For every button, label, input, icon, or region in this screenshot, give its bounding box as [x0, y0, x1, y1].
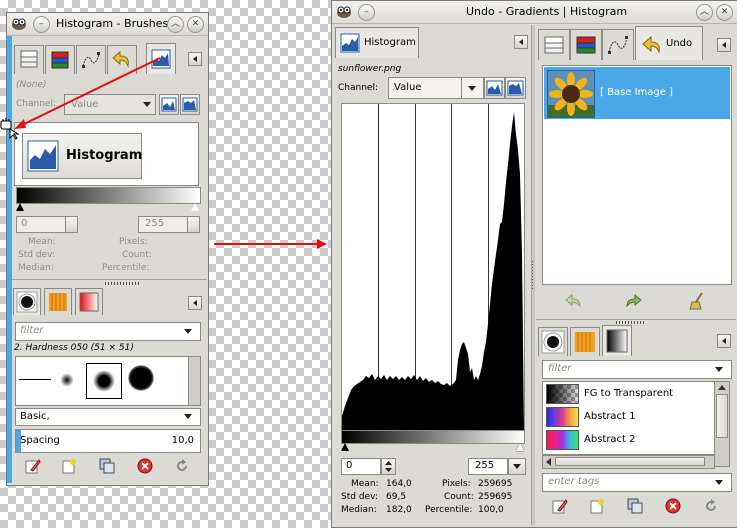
gradient-preview-abstract-2: [546, 430, 579, 450]
refresh-gradients-icon[interactable]: [703, 498, 719, 514]
scroll-left-arrow[interactable]: [546, 458, 551, 466]
median-label: Median:: [341, 505, 377, 515]
pattern-icon: [575, 332, 595, 352]
histogram-dock-menu-button[interactable]: [514, 35, 528, 49]
right-window-titlebar[interactable]: – Undo - Gradients | Histogram ︿ ✕: [332, 1, 737, 24]
gradient-item[interactable]: FG to Transparent: [543, 382, 714, 405]
histogram-linear-button[interactable]: [484, 77, 505, 99]
range-end-stepper[interactable]: [508, 458, 526, 475]
right-dock-window: – Undo - Gradients | Histogram ︿ ✕ Histo…: [331, 0, 737, 528]
new-gradient-icon[interactable]: [589, 498, 605, 514]
std-label: Std dev:: [341, 492, 378, 502]
tags-input[interactable]: enter tags: [542, 473, 732, 492]
channel-select-divider: [461, 78, 462, 98]
histogram-plot: [342, 104, 524, 430]
undo-history-list[interactable]: [ Base Image ]: [542, 65, 732, 285]
gimp-wilber-icon: [336, 4, 352, 19]
triangle-left-icon: [722, 338, 726, 344]
right-window-menu-button[interactable]: –: [358, 4, 375, 21]
range-start-spin[interactable]: 0: [341, 458, 381, 475]
log-histogram-icon: [507, 80, 524, 96]
undo-dock-menu-button[interactable]: [717, 38, 731, 52]
tab-brushes-right[interactable]: [538, 327, 568, 356]
histogram-view[interactable]: [341, 103, 525, 431]
tab-layers-right[interactable]: [538, 29, 570, 60]
tab-undo[interactable]: Undo: [635, 26, 703, 60]
image-name-label: sunflower.png: [338, 64, 402, 74]
chevron-down-icon: [513, 464, 521, 469]
gradient-icon: [606, 329, 628, 353]
gradient-preview-abstract-1: [546, 407, 579, 427]
mean-label: Mean:: [351, 479, 379, 489]
pane-grip-vertical[interactable]: [532, 259, 533, 289]
undo-entry-label: [ Base Image ]: [600, 87, 674, 98]
clear-history-broom-icon[interactable]: [688, 292, 706, 310]
pixels-value: 259695: [478, 479, 513, 489]
tab-undo-label: Undo: [666, 38, 693, 49]
channels-icon: [576, 36, 596, 54]
triangle-left-icon: [519, 39, 523, 45]
chevron-down-icon: [715, 367, 723, 372]
count-value: 259695: [478, 492, 513, 502]
tab-histogram-label: Histogram: [364, 37, 416, 48]
mean-value: 164,0: [386, 479, 412, 489]
gradient-item[interactable]: Abstract 1: [543, 405, 714, 428]
linear-histogram-icon: [486, 80, 503, 96]
undo-entry-base-image[interactable]: [ Base Image ]: [544, 67, 730, 119]
undo-step-icon[interactable]: [564, 293, 582, 309]
tab-gradients[interactable]: [602, 325, 632, 356]
chevron-down-icon: [715, 480, 723, 485]
median-value: 182,0: [386, 505, 412, 515]
gradients-scrollbar[interactable]: [714, 381, 730, 467]
gradient-item[interactable]: Abstract 2: [543, 428, 714, 451]
gradients-dock-menu-button[interactable]: [717, 334, 731, 348]
tab-channels-right[interactable]: [570, 29, 602, 60]
gradients-filter-input[interactable]: filter: [542, 360, 732, 379]
tab-paths-right[interactable]: [602, 29, 634, 60]
right-window-title: Undo - Gradients | Histogram: [466, 5, 628, 18]
duplicate-gradient-icon[interactable]: [627, 498, 643, 514]
range-end-spin[interactable]: 255: [468, 458, 508, 475]
tab-histogram[interactable]: Histogram: [335, 27, 419, 58]
gradients-hscrollbar[interactable]: [542, 455, 715, 469]
scroll-up-arrow[interactable]: [718, 385, 726, 390]
hscrollbar-thumb[interactable]: [555, 457, 705, 466]
spin-arrows-icon: [385, 461, 392, 472]
count-label: Count:: [444, 492, 474, 502]
pixels-label: Pixels:: [442, 479, 471, 489]
gradient-preview-fg-transparent: [546, 384, 579, 404]
sunflower-thumbnail: [547, 70, 595, 118]
tab-patterns-right[interactable]: [570, 327, 600, 356]
value-gradient-bar: [341, 430, 525, 444]
histogram-log-button[interactable]: [505, 77, 526, 99]
channel-label: Channel:: [338, 83, 378, 93]
histogram-icon: [340, 33, 360, 53]
histogram-range-end-marker[interactable]: [516, 443, 524, 451]
brush-icon: [541, 330, 565, 354]
redo-step-icon[interactable]: [625, 293, 643, 309]
percentile-label: Percentile:: [425, 505, 473, 515]
delete-gradient-icon[interactable]: [665, 498, 681, 514]
triangle-left-icon: [722, 42, 726, 48]
histogram-range-start-marker[interactable]: [341, 443, 349, 451]
right-panel-divider: [536, 319, 736, 320]
histogram-data-shape: [342, 112, 524, 430]
range-start-stepper[interactable]: [381, 458, 396, 475]
percentile-value: 100,0: [478, 505, 504, 515]
right-window-close-button[interactable]: ✕: [716, 4, 733, 21]
std-value: 69,5: [386, 492, 407, 502]
undo-icon: [642, 35, 660, 54]
right-window-maximize-button[interactable]: ︿: [696, 4, 713, 21]
pane-resize-grip-right[interactable]: [616, 321, 646, 324]
scrollbar-thumb[interactable]: [716, 394, 728, 438]
edit-gradient-icon[interactable]: [552, 498, 568, 514]
layers-icon: [544, 36, 564, 54]
channel-select[interactable]: Value: [388, 77, 484, 99]
gradients-list[interactable]: FG to Transparent Abstract 1 Abstract 2: [542, 381, 715, 455]
paths-icon: [608, 36, 628, 54]
chevron-down-icon: [468, 86, 476, 91]
